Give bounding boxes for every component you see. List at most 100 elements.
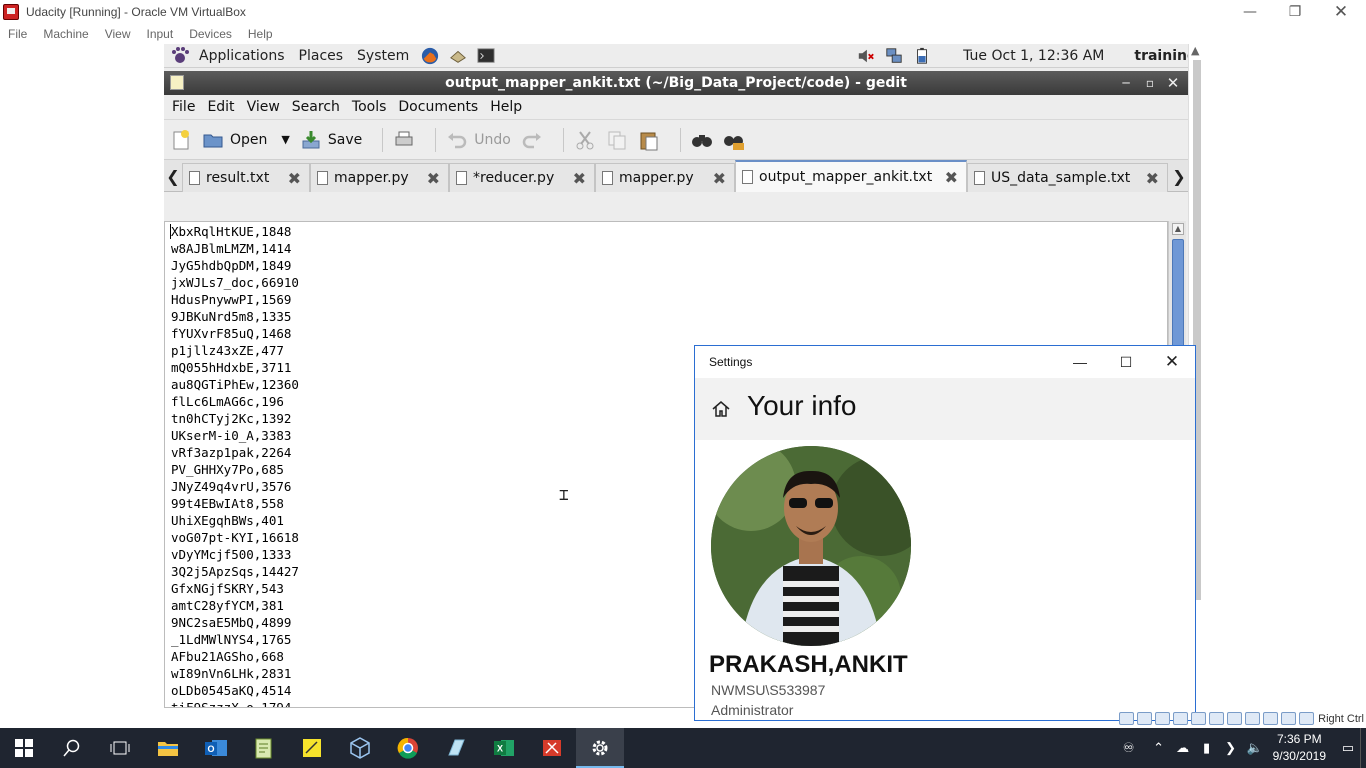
- terminal-icon[interactable]: [476, 47, 496, 65]
- settings-minimize-button[interactable]: —: [1057, 346, 1103, 378]
- settings-maximize-button[interactable]: ☐: [1103, 346, 1149, 378]
- gedit-minimize-button[interactable]: ─: [1117, 74, 1135, 92]
- redo-button[interactable]: [521, 129, 543, 151]
- editor-line: oLDb0545aKQ,4514: [171, 683, 292, 698]
- copy-button[interactable]: [606, 129, 628, 151]
- cut-button[interactable]: [574, 129, 596, 151]
- optical-drive-icon[interactable]: [1137, 712, 1153, 725]
- gedit-menu-file[interactable]: File: [166, 99, 201, 115]
- host-menu-machine[interactable]: Machine: [35, 27, 96, 41]
- settings-window: Settings — ☐ ✕ Your info PRAKASH,ANKIT N…: [694, 345, 1196, 721]
- taskbar-clock[interactable]: 7:36 PM 9/30/2019: [1267, 731, 1336, 765]
- host-menu-file[interactable]: File: [0, 27, 35, 41]
- taskbar-chrome[interactable]: [384, 728, 432, 768]
- gedit-menu-search[interactable]: Search: [286, 99, 346, 115]
- people-icon[interactable]: ♾: [1117, 728, 1141, 768]
- tab-us-data-sample[interactable]: US_data_sample.txt ✖: [967, 163, 1168, 192]
- notifications-icon[interactable]: ▭: [1336, 728, 1360, 768]
- shared-folders-icon[interactable]: [1209, 712, 1225, 725]
- taskbar-notepad-plus[interactable]: [240, 728, 288, 768]
- taskbar-virtualbox[interactable]: [336, 728, 384, 768]
- tab-mapper-py-2[interactable]: mapper.py ✖: [595, 163, 735, 192]
- network-icon[interactable]: [884, 47, 904, 65]
- print-button[interactable]: [393, 129, 415, 151]
- audio-icon[interactable]: [1155, 712, 1171, 725]
- wifi-icon[interactable]: ❯: [1219, 728, 1243, 768]
- gedit-menu-edit[interactable]: Edit: [201, 99, 240, 115]
- menu-system[interactable]: System: [350, 48, 416, 64]
- taskbar-snipping[interactable]: [528, 728, 576, 768]
- video-capture-icon[interactable]: [1245, 712, 1261, 725]
- scroll-up-icon[interactable]: ▲: [1172, 223, 1184, 235]
- firefox-icon[interactable]: [420, 47, 440, 65]
- close-button[interactable]: ✕: [1318, 0, 1364, 23]
- host-menu-input[interactable]: Input: [139, 27, 182, 41]
- gedit-menu-help[interactable]: Help: [484, 99, 528, 115]
- toolbar-separator: [679, 127, 681, 152]
- host-menu-help[interactable]: Help: [240, 27, 281, 41]
- mail-icon[interactable]: [448, 47, 468, 65]
- battery-icon[interactable]: [912, 47, 932, 65]
- task-view-button[interactable]: [96, 728, 144, 768]
- virtualization-icon[interactable]: [1263, 712, 1279, 725]
- tabs-scroll-right-button[interactable]: ❯: [1172, 160, 1186, 192]
- gedit-close-button[interactable]: ✕: [1164, 74, 1182, 92]
- taskbar-sticky-notes[interactable]: [288, 728, 336, 768]
- taskbar-app[interactable]: [432, 728, 480, 768]
- undo-button[interactable]: Undo: [446, 129, 511, 151]
- open-dropdown-arrow[interactable]: ▼: [281, 133, 289, 146]
- menu-applications[interactable]: Applications: [192, 48, 292, 64]
- tab-output-mapper-ankit[interactable]: output_mapper_ankit.txt ✖: [735, 160, 967, 192]
- taskbar-outlook[interactable]: O: [192, 728, 240, 768]
- restore-button[interactable]: ❐: [1272, 0, 1318, 23]
- taskbar-excel[interactable]: X: [480, 728, 528, 768]
- paste-button[interactable]: [638, 129, 660, 151]
- save-button[interactable]: Save: [300, 129, 362, 151]
- tab-close-icon[interactable]: ✖: [1146, 169, 1159, 188]
- host-menu-devices[interactable]: Devices: [181, 27, 240, 41]
- hard-disk-icon[interactable]: [1119, 712, 1135, 725]
- home-icon[interactable]: [711, 399, 731, 419]
- tab-reducer-py[interactable]: *reducer.py ✖: [449, 163, 595, 192]
- display-icon[interactable]: [1227, 712, 1243, 725]
- open-button[interactable]: Open ▼: [202, 129, 290, 151]
- editor-line: flLc6LmAG6c,196: [171, 394, 284, 409]
- battery-tray-icon[interactable]: ▮: [1195, 728, 1219, 768]
- tab-close-icon[interactable]: ✖: [713, 169, 726, 188]
- clock-date: 9/30/2019: [1272, 749, 1326, 763]
- gedit-maximize-button[interactable]: ▫: [1141, 74, 1159, 92]
- tab-close-icon[interactable]: ✖: [945, 168, 958, 187]
- menu-places[interactable]: Places: [292, 48, 351, 64]
- tab-close-icon[interactable]: ✖: [573, 169, 586, 188]
- clock-datetime[interactable]: Tue Oct 1, 12:36 AM: [956, 48, 1111, 64]
- minimize-button[interactable]: —: [1227, 0, 1273, 23]
- tabs-scroll-left-button[interactable]: ❮: [166, 160, 180, 192]
- network-adapter-icon[interactable]: [1173, 712, 1189, 725]
- find-button[interactable]: [691, 129, 713, 151]
- gedit-menu-documents[interactable]: Documents: [392, 99, 484, 115]
- gedit-menu-tools[interactable]: Tools: [346, 99, 393, 115]
- tab-close-icon[interactable]: ✖: [427, 169, 440, 188]
- show-desktop-button[interactable]: [1360, 728, 1366, 768]
- find-replace-button[interactable]: [723, 129, 745, 151]
- search-button[interactable]: [48, 728, 96, 768]
- tab-result-txt[interactable]: result.txt ✖: [182, 163, 310, 192]
- gedit-menu-view[interactable]: View: [241, 99, 286, 115]
- volume-muted-icon[interactable]: [856, 47, 876, 65]
- new-document-button[interactable]: [170, 129, 192, 151]
- tab-close-icon[interactable]: ✖: [288, 169, 301, 188]
- usb-icon[interactable]: [1191, 712, 1207, 725]
- onedrive-cloud-icon[interactable]: ☁: [1171, 728, 1195, 768]
- mouse-integration-icon[interactable]: [1281, 712, 1297, 725]
- taskbar-file-explorer[interactable]: [144, 728, 192, 768]
- host-key-icon[interactable]: [1299, 712, 1315, 725]
- scroll-up-arrow-icon[interactable]: ▲: [1191, 44, 1199, 57]
- start-button[interactable]: [0, 728, 48, 768]
- host-menu-view[interactable]: View: [97, 27, 139, 41]
- taskbar-settings[interactable]: [576, 728, 624, 768]
- settings-close-button[interactable]: ✕: [1149, 346, 1195, 378]
- editor-line: 9NC2saE5MbQ,4899: [171, 615, 292, 630]
- show-hidden-icons-chevron-icon[interactable]: ⌃: [1147, 728, 1171, 768]
- tab-mapper-py[interactable]: mapper.py ✖: [310, 163, 449, 192]
- volume-mute-icon[interactable]: 🔈: [1243, 728, 1267, 768]
